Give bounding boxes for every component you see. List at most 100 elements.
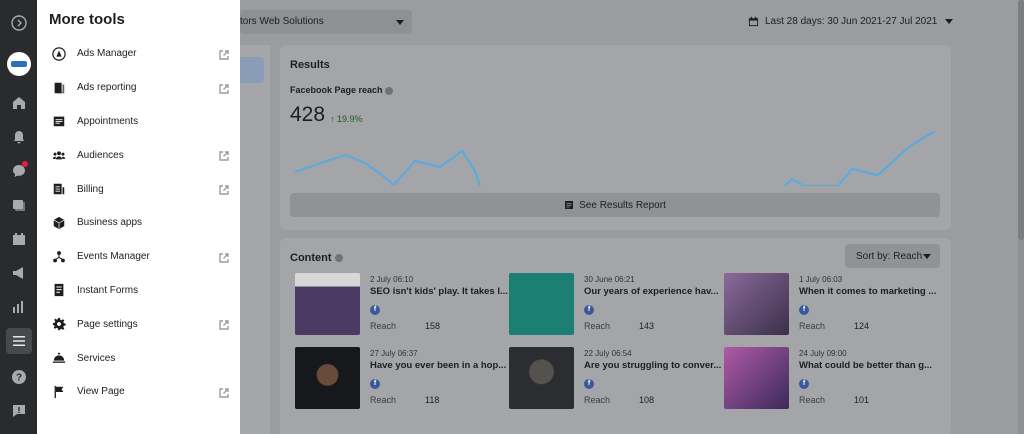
post-item[interactable]: 30 June 06:21 Our years of experience ha… xyxy=(509,273,719,339)
date-range-label: Last 28 days: 30 Jun 2021-27 Jul 2021 xyxy=(765,16,938,27)
external-link-icon xyxy=(218,318,230,331)
content-title: Content xyxy=(290,252,343,264)
caret-down-icon xyxy=(923,254,931,259)
tool-item-audiences[interactable]: Audiences xyxy=(37,138,240,172)
notification-dot xyxy=(21,161,28,167)
see-results-report-button[interactable]: See Results Report xyxy=(290,193,940,217)
results-title: Results xyxy=(290,59,330,71)
post-item[interactable]: 27 July 06:37 Have you ever been in a ho… xyxy=(295,347,507,413)
reach-count: 101 xyxy=(854,395,870,405)
help-button[interactable]: ? xyxy=(6,364,32,390)
insights-button[interactable] xyxy=(6,294,32,320)
caret-down-icon xyxy=(945,19,954,24)
content-card: Content Sort by: Reach 2 July 06:10 SEO … xyxy=(280,238,951,434)
reach-count: 143 xyxy=(639,321,655,331)
facebook-icon: f xyxy=(370,379,380,389)
menu-icon xyxy=(12,336,25,346)
next-card-edge xyxy=(280,428,951,434)
info-icon[interactable] xyxy=(385,86,394,95)
posts-button[interactable] xyxy=(6,192,32,218)
reach-line xyxy=(294,149,482,186)
page-avatar[interactable] xyxy=(6,52,31,76)
post-text: Our years of experience hav... xyxy=(584,286,719,297)
scrollbar[interactable] xyxy=(1018,0,1024,434)
billing-icon xyxy=(51,181,67,197)
tool-item-ads-reporting[interactable]: Ads reporting xyxy=(37,71,240,105)
external-link-icon xyxy=(218,48,230,60)
tool-item-ads-manager[interactable]: Ads Manager xyxy=(37,37,240,71)
facebook-icon: f xyxy=(799,305,809,315)
reach-label: Reach xyxy=(370,321,397,331)
reach-delta: ↑ 19.9% xyxy=(330,114,363,124)
inbox-button[interactable] xyxy=(6,158,32,184)
reach-delta-value: 19.9% xyxy=(337,114,363,124)
audiences-icon xyxy=(51,147,67,163)
tool-item-services[interactable]: Services xyxy=(37,341,240,375)
tool-label: View Page xyxy=(77,386,125,398)
reach-label: Reach xyxy=(799,321,826,331)
post-text: When it comes to marketing ... xyxy=(799,286,937,297)
tool-label: Audiences xyxy=(77,149,124,161)
all-tools-button[interactable] xyxy=(5,328,32,354)
tool-label: Services xyxy=(77,352,116,364)
tool-label: Appointments xyxy=(77,115,139,127)
tool-item-appointments[interactable]: Appointments xyxy=(37,105,240,139)
post-text: SEO isn't kids' play. It takes l... xyxy=(370,286,508,297)
info-icon[interactable] xyxy=(334,254,343,263)
date-range-picker[interactable]: Last 28 days: 30 Jun 2021-27 Jul 2021 xyxy=(748,16,954,27)
page-selector[interactable]: tors Web Solutions xyxy=(240,10,412,34)
tool-item-business-apps[interactable]: Business apps xyxy=(37,206,240,240)
results-card: Results Facebook Page reach 428 ↑ 19.9% … xyxy=(280,45,951,230)
tool-label: Instant Forms xyxy=(77,284,139,296)
facebook-icon: f xyxy=(584,305,594,315)
more-tools-panel: More tools Ads Manager Ads reporting App… xyxy=(37,0,240,434)
tool-label: Ads Manager xyxy=(77,48,137,60)
bell-icon xyxy=(13,131,24,144)
sort-dropdown[interactable]: Sort by: Reach xyxy=(845,244,940,268)
planner-button[interactable] xyxy=(6,226,32,252)
post-date: 24 July 09:00 xyxy=(799,349,847,358)
post-item[interactable]: 2 July 06:10 SEO isn't kids' play. It ta… xyxy=(295,273,508,339)
post-item[interactable]: 24 July 09:00 What could be better than … xyxy=(724,347,934,413)
post-thumbnail xyxy=(295,347,360,409)
gear-icon xyxy=(51,316,67,332)
reach-label: Reach xyxy=(799,395,826,405)
tool-item-billing[interactable]: Billing xyxy=(37,172,240,206)
svg-text:?: ? xyxy=(15,373,21,384)
reach-value: 428 xyxy=(290,103,326,126)
megaphone-icon xyxy=(12,267,23,279)
post-thumbnail xyxy=(724,273,789,335)
tool-item-page-settings[interactable]: Page settings xyxy=(37,307,240,341)
post-date: 2 July 06:10 xyxy=(370,275,414,284)
post-item[interactable]: 22 July 06:54 Are you struggling to conv… xyxy=(509,347,721,413)
feedback-button[interactable] xyxy=(6,398,32,424)
ads-button[interactable] xyxy=(6,260,32,286)
main-content-overlay: tors Web Solutions Last 28 days: 30 Jun … xyxy=(240,0,1024,434)
tool-item-events-manager[interactable]: Events Manager xyxy=(37,240,240,274)
facebook-icon: f xyxy=(584,379,594,389)
tool-item-instant-forms[interactable]: Instant Forms xyxy=(37,274,240,308)
tool-item-view-page[interactable]: View Page xyxy=(37,375,240,409)
left-column-tab[interactable] xyxy=(240,57,264,83)
external-link-icon xyxy=(218,183,230,195)
reach-sparkline xyxy=(294,131,936,186)
home-button[interactable] xyxy=(6,90,32,116)
notifications-button[interactable] xyxy=(6,124,32,150)
post-date: 1 July 06:03 xyxy=(799,275,843,284)
left-nav-rail: ? xyxy=(0,0,37,434)
sort-label: Sort by: Reach xyxy=(856,250,923,262)
collapse-toggle-button[interactable] xyxy=(6,10,32,36)
scrollbar-thumb[interactable] xyxy=(1018,0,1024,240)
tool-label: Page settings xyxy=(77,318,138,330)
post-item[interactable]: 1 July 06:03 When it comes to marketing … xyxy=(724,273,937,339)
post-thumbnail xyxy=(724,347,789,409)
post-text: Have you ever been in a hop... xyxy=(370,360,507,371)
home-icon xyxy=(12,97,25,109)
post-date: 22 July 06:54 xyxy=(584,349,632,358)
post-thumbnail xyxy=(295,273,360,335)
bar-chart-icon xyxy=(12,301,23,313)
reach-count: 108 xyxy=(639,395,655,405)
external-link-icon xyxy=(218,149,230,162)
tool-label: Events Manager xyxy=(77,251,150,263)
tool-label: Billing xyxy=(77,183,104,195)
